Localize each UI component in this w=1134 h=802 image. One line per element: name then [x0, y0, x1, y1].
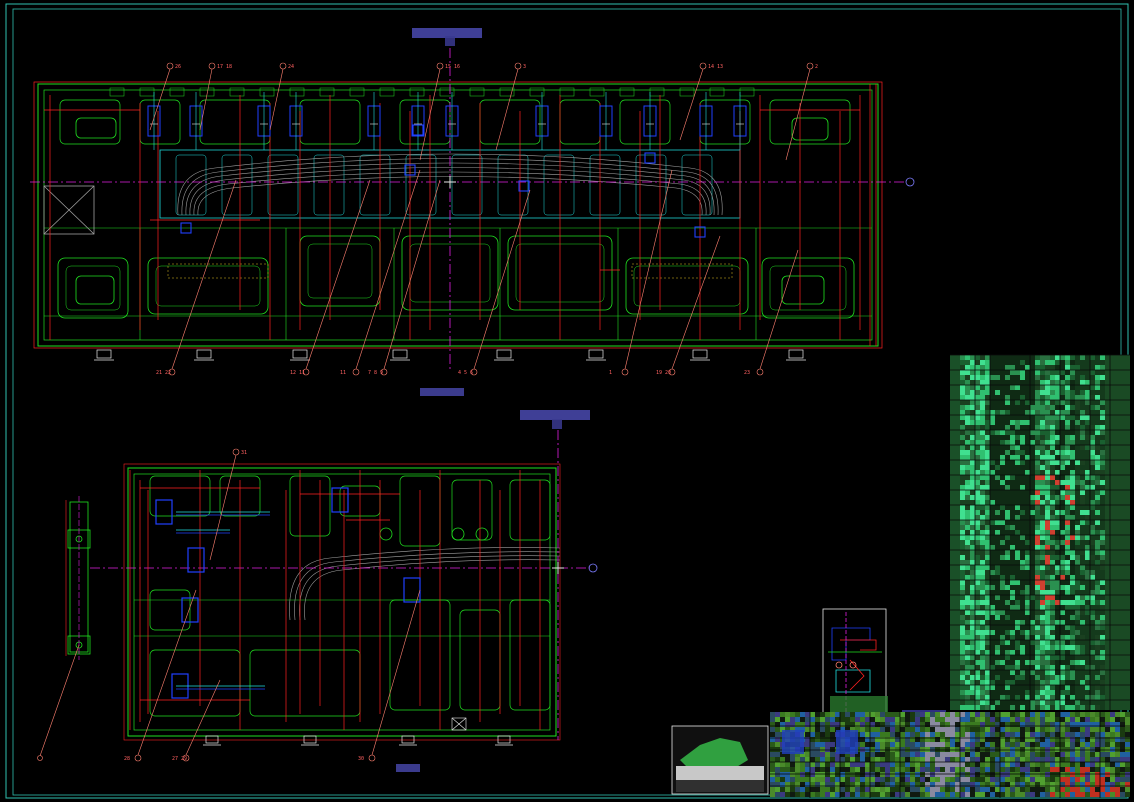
bottom-pocket: [289, 475, 331, 537]
part-balloon[interactable]: [279, 62, 287, 70]
part-balloon[interactable]: [166, 62, 174, 70]
balloon-label: 1: [609, 370, 612, 376]
bottom-section-label: [396, 764, 420, 772]
part-balloon[interactable]: [436, 62, 444, 70]
title-block[interactable]: [671, 712, 1130, 798]
balloon-label: 11: [340, 370, 346, 376]
top-lower-pockets: [44, 227, 872, 340]
part-balloon[interactable]: [134, 754, 142, 762]
part-balloon[interactable]: [756, 368, 764, 376]
top-axis-marker[interactable]: [905, 177, 915, 187]
side-detail-view[interactable]: [37, 496, 91, 761]
part-balloon[interactable]: [621, 368, 629, 376]
svg-text:30: 30: [358, 756, 364, 762]
top-lower-pocket: [299, 235, 381, 307]
top-upper-pocket: [199, 99, 271, 145]
bottom-pocket: [149, 475, 211, 517]
top-upper-pocket: [59, 99, 121, 145]
bottom-part-curve: [289, 547, 561, 621]
balloon-label: 12 11: [290, 370, 305, 376]
svg-text:27 29: 27 29: [172, 756, 187, 762]
top-lower-pocket: [57, 257, 129, 319]
top-upper-pocket: [559, 99, 601, 145]
balloon-label: 24: [288, 64, 294, 70]
balloon-label: 23: [744, 370, 750, 376]
balloon-label: 2: [815, 64, 818, 70]
balloon-label: 17 18: [217, 64, 232, 70]
part-balloon[interactable]: [232, 448, 240, 456]
part-balloon[interactable]: [699, 62, 707, 70]
detail-view-box[interactable]: [822, 608, 946, 722]
part-balloon[interactable]: [208, 62, 216, 70]
clamp-cylinder[interactable]: [155, 499, 173, 525]
bottom-die-feet: [203, 735, 513, 746]
balloon-label: 7 8 9: [368, 370, 383, 376]
cad-drawing-canvas[interactable]: 26 17 18 24 15 16 3 14 13 2 21 22 12 11 11 7 8 9 4 …: [0, 0, 1134, 802]
part-balloon[interactable]: [368, 754, 376, 762]
part-balloon[interactable]: [806, 62, 814, 70]
clamp-cylinder[interactable]: [187, 547, 205, 573]
top-view[interactable]: 26 17 18 24 15 16 3 14 13 2 21 22 12 11 11 7 8 9 4 …: [30, 48, 915, 376]
top-upper-pockets: [59, 87, 851, 216]
bottom-axis-marker[interactable]: [588, 563, 598, 573]
bottom-view[interactable]: 31 28 27 29 30: [90, 430, 598, 762]
bottom-clamp-components[interactable]: [155, 487, 421, 699]
bottom-pocket: [249, 649, 361, 717]
top-upper-pocket: [769, 99, 851, 145]
balloon-label: 15 16: [445, 64, 460, 70]
bottom-pocket: [451, 479, 493, 541]
part-balloon[interactable]: [352, 368, 360, 376]
svg-text:31: 31: [241, 450, 247, 456]
top-section-label: [420, 388, 464, 396]
top-upper-pocket: [479, 99, 541, 145]
bill-of-materials-table[interactable]: [950, 354, 1130, 710]
balloon-label: 19 20: [656, 370, 671, 376]
balloon-label: 14 13: [708, 64, 723, 70]
top-upper-pocket: [619, 99, 671, 145]
balloon-label: 4 5 6: [458, 370, 473, 376]
balloon-label: 3: [523, 64, 526, 70]
balloon-label: 21 22: [156, 370, 171, 376]
top-lower-pocket: [147, 257, 269, 315]
bottom-pocket: [509, 479, 551, 541]
bottom-view-title-block: [520, 410, 590, 420]
balloon-label: 26: [175, 64, 181, 70]
bottom-pockets: [134, 475, 551, 731]
part-balloon[interactable]: [514, 62, 522, 70]
bottom-pocket: [509, 599, 551, 711]
bottom-callout-leaders[interactable]: 31 28 27 29 30: [124, 448, 421, 762]
svg-text:28: 28: [124, 756, 130, 762]
top-upper-pocket: [699, 99, 751, 145]
top-callout-leaders[interactable]: 26 17 18 24 15 16 3 14 13 2 21 22 12 11 11 7 8 9 4 …: [149, 62, 818, 376]
